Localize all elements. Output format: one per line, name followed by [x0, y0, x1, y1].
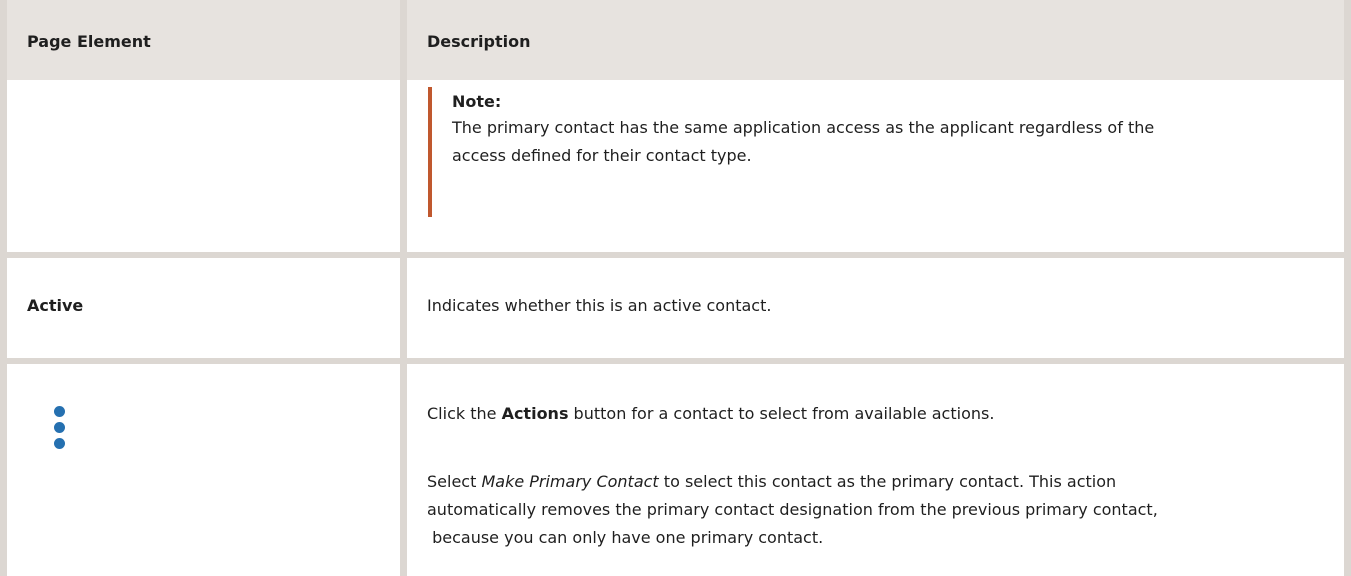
page-element-table: Page Element Description Note: The prima… — [0, 0, 1351, 576]
header-page-element: Page Element — [27, 32, 151, 51]
left-border — [0, 0, 7, 576]
row-actions-description-2-line3: because you can only have one primary co… — [427, 528, 824, 547]
note-label: Note: — [452, 92, 502, 111]
make-primary-contact-term: Make Primary Contact — [481, 472, 659, 491]
row-active-description: Indicates whether this is an active cont… — [427, 296, 772, 315]
row-actions-description-1: Click the Actions button for a contact t… — [427, 404, 995, 423]
note-accent-bar — [428, 87, 432, 217]
row-actions-description-2-line1: Select Make Primary Contact to select th… — [427, 472, 1117, 491]
actions-term: Actions — [501, 404, 569, 423]
row-divider-1 — [0, 252, 1351, 258]
header-description: Description — [427, 32, 531, 51]
table-header — [0, 0, 1351, 80]
row-active-element: Active — [27, 296, 84, 315]
note-text-line1: The primary contact has the same applica… — [452, 118, 1155, 137]
row-divider-2 — [0, 358, 1351, 364]
note-text-line2: access defined for their contact type. — [452, 146, 752, 165]
column-divider — [400, 0, 407, 576]
row-actions-description-2-line2: automatically removes the primary contac… — [427, 500, 1158, 519]
vertical-ellipsis-icon — [54, 406, 66, 456]
right-border — [1344, 0, 1351, 576]
